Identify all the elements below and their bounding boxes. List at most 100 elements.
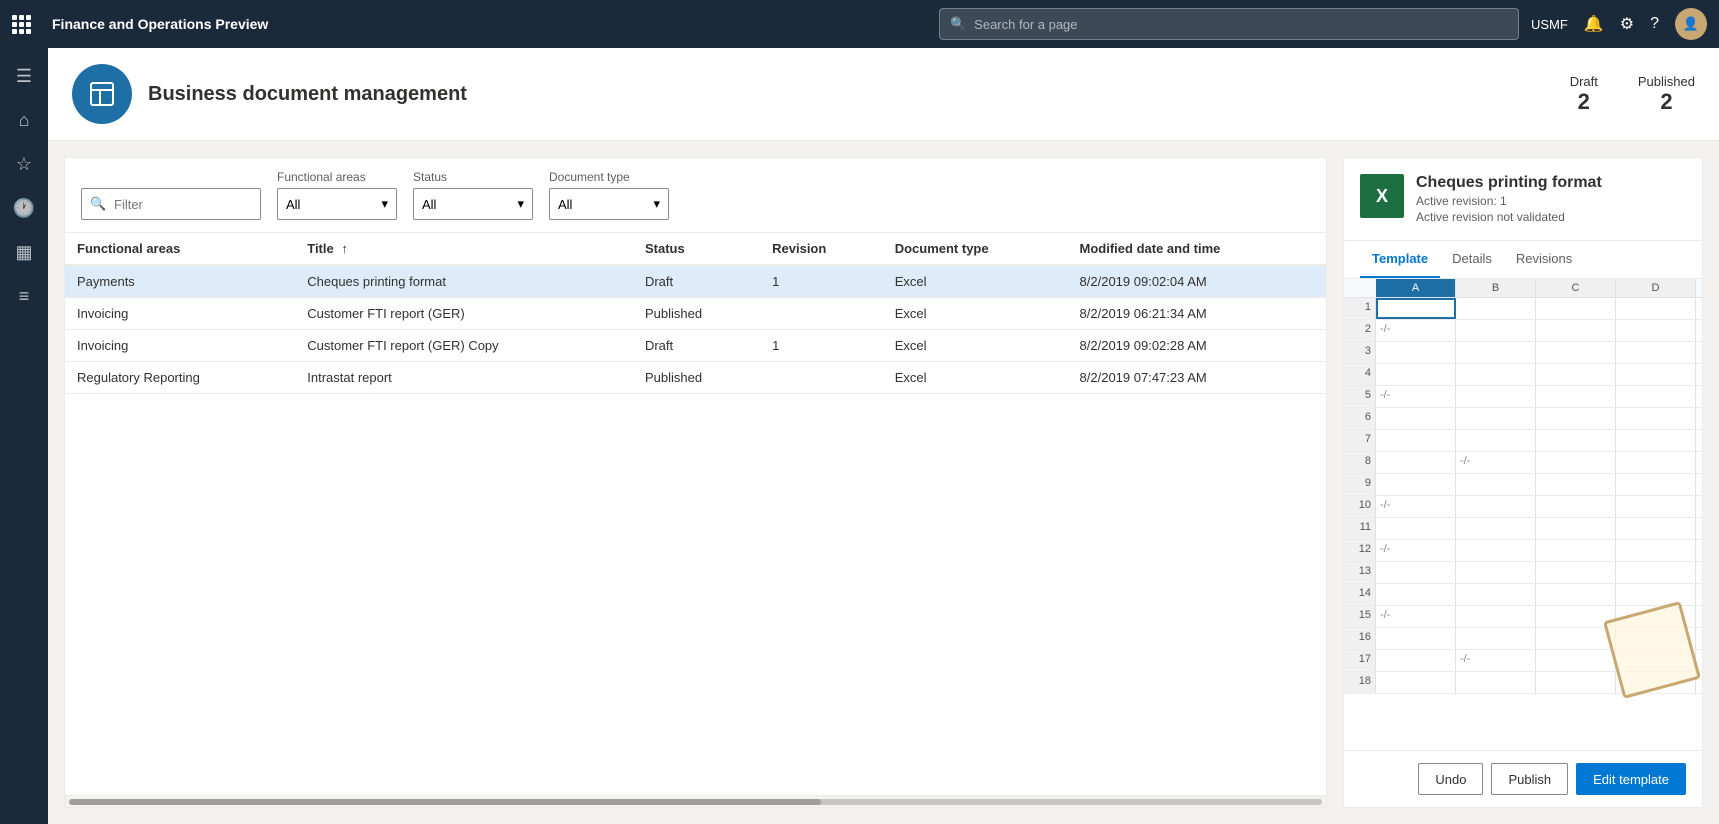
excel-cell[interactable] — [1376, 650, 1456, 671]
excel-cell[interactable] — [1536, 298, 1616, 319]
excel-cell[interactable]: -/- — [1376, 496, 1456, 517]
filter-search-input[interactable] — [90, 197, 252, 212]
col-modified[interactable]: Modified date and time — [1068, 233, 1326, 265]
excel-cell[interactable] — [1616, 540, 1696, 561]
excel-cell[interactable] — [1456, 496, 1536, 517]
help-icon[interactable]: ? — [1650, 15, 1659, 33]
excel-cell[interactable] — [1456, 364, 1536, 385]
excel-cell[interactable] — [1536, 540, 1616, 561]
excel-cell[interactable] — [1536, 584, 1616, 605]
search-bar[interactable]: 🔍 — [939, 8, 1519, 40]
excel-cell[interactable] — [1376, 364, 1456, 385]
table-row[interactable]: Invoicing Customer FTI report (GER) Copy… — [65, 330, 1326, 362]
excel-cell[interactable] — [1376, 474, 1456, 495]
excel-cell[interactable] — [1456, 474, 1536, 495]
excel-cell[interactable] — [1376, 342, 1456, 363]
sidebar-item-favorites[interactable]: ☆ — [4, 144, 44, 184]
publish-button[interactable]: Publish — [1491, 763, 1568, 795]
excel-cell[interactable] — [1456, 430, 1536, 451]
edit-template-button[interactable]: Edit template — [1576, 763, 1686, 795]
excel-cell[interactable] — [1536, 386, 1616, 407]
sidebar-item-tables[interactable]: ▦ — [4, 232, 44, 272]
excel-cell[interactable] — [1536, 342, 1616, 363]
settings-icon[interactable]: ⚙ — [1620, 14, 1634, 34]
excel-cell[interactable] — [1536, 672, 1616, 693]
excel-cell[interactable] — [1616, 320, 1696, 341]
excel-cell[interactable] — [1536, 518, 1616, 539]
excel-cell[interactable] — [1456, 540, 1536, 561]
col-status[interactable]: Status — [633, 233, 760, 265]
tab-template[interactable]: Template — [1360, 241, 1440, 278]
col-title[interactable]: Title ↑ — [295, 233, 633, 265]
excel-cell[interactable] — [1376, 628, 1456, 649]
excel-cell[interactable] — [1456, 606, 1536, 627]
notification-icon[interactable]: 🔔 — [1584, 14, 1604, 34]
excel-cell[interactable] — [1536, 430, 1616, 451]
excel-cell[interactable] — [1536, 452, 1616, 473]
excel-cell[interactable]: -/- — [1376, 606, 1456, 627]
excel-cell[interactable] — [1616, 496, 1696, 517]
search-input[interactable] — [974, 17, 1508, 32]
excel-cell[interactable] — [1376, 408, 1456, 429]
excel-cell[interactable] — [1376, 584, 1456, 605]
excel-cell[interactable] — [1376, 298, 1456, 319]
excel-cell[interactable] — [1536, 650, 1616, 671]
excel-cell[interactable]: -/- — [1376, 386, 1456, 407]
excel-cell[interactable] — [1616, 386, 1696, 407]
excel-cell[interactable] — [1536, 408, 1616, 429]
filter-search-wrapper[interactable]: 🔍 — [81, 188, 261, 220]
scrollbar-thumb[interactable] — [69, 799, 821, 805]
excel-cell[interactable] — [1616, 474, 1696, 495]
excel-cell[interactable] — [1616, 342, 1696, 363]
excel-cell[interactable] — [1536, 496, 1616, 517]
excel-cell[interactable]: -/- — [1456, 650, 1536, 671]
excel-cell[interactable] — [1616, 562, 1696, 583]
excel-cell[interactable] — [1536, 562, 1616, 583]
tab-details[interactable]: Details — [1440, 241, 1504, 278]
horizontal-scrollbar[interactable] — [65, 795, 1326, 807]
doctype-select[interactable]: All ▾ — [549, 188, 669, 220]
excel-cell[interactable] — [1456, 562, 1536, 583]
sidebar-item-home[interactable]: ⌂ — [4, 100, 44, 140]
excel-cell[interactable]: -/- — [1376, 540, 1456, 561]
excel-cell[interactable] — [1376, 452, 1456, 473]
excel-cell[interactable] — [1616, 518, 1696, 539]
excel-cell[interactable] — [1456, 320, 1536, 341]
sidebar-item-list[interactable]: ≡ — [4, 276, 44, 316]
excel-cell[interactable] — [1456, 298, 1536, 319]
excel-cell[interactable] — [1456, 628, 1536, 649]
excel-cell[interactable] — [1376, 430, 1456, 451]
col-functional-areas[interactable]: Functional areas — [65, 233, 295, 265]
excel-cell[interactable] — [1456, 408, 1536, 429]
excel-cell[interactable] — [1536, 628, 1616, 649]
table-row[interactable]: Payments Cheques printing format Draft 1… — [65, 265, 1326, 298]
excel-cell[interactable]: -/- — [1376, 320, 1456, 341]
excel-cell[interactable] — [1616, 452, 1696, 473]
sidebar-item-recent[interactable]: 🕐 — [4, 188, 44, 228]
status-select[interactable]: All ▾ — [413, 188, 533, 220]
excel-cell[interactable] — [1616, 584, 1696, 605]
functional-areas-select[interactable]: All ▾ — [277, 188, 397, 220]
table-row[interactable]: Regulatory Reporting Intrastat report Pu… — [65, 362, 1326, 394]
excel-cell[interactable] — [1376, 672, 1456, 693]
excel-cell[interactable] — [1456, 672, 1536, 693]
excel-cell[interactable] — [1616, 408, 1696, 429]
excel-cell[interactable] — [1376, 518, 1456, 539]
excel-cell[interactable] — [1376, 562, 1456, 583]
excel-cell[interactable] — [1456, 342, 1536, 363]
avatar[interactable]: 👤 — [1675, 8, 1707, 40]
excel-cell[interactable] — [1536, 320, 1616, 341]
undo-button[interactable]: Undo — [1418, 763, 1483, 795]
excel-cell[interactable] — [1616, 364, 1696, 385]
excel-cell[interactable] — [1616, 298, 1696, 319]
sidebar-item-menu[interactable]: ☰ — [4, 56, 44, 96]
excel-cell[interactable] — [1536, 364, 1616, 385]
col-revision[interactable]: Revision — [760, 233, 883, 265]
excel-cell[interactable] — [1616, 430, 1696, 451]
table-row[interactable]: Invoicing Customer FTI report (GER) Publ… — [65, 298, 1326, 330]
excel-cell[interactable] — [1456, 584, 1536, 605]
excel-cell[interactable]: -/- — [1456, 452, 1536, 473]
excel-cell[interactable] — [1536, 474, 1616, 495]
excel-cell[interactable] — [1456, 518, 1536, 539]
excel-cell[interactable] — [1456, 386, 1536, 407]
